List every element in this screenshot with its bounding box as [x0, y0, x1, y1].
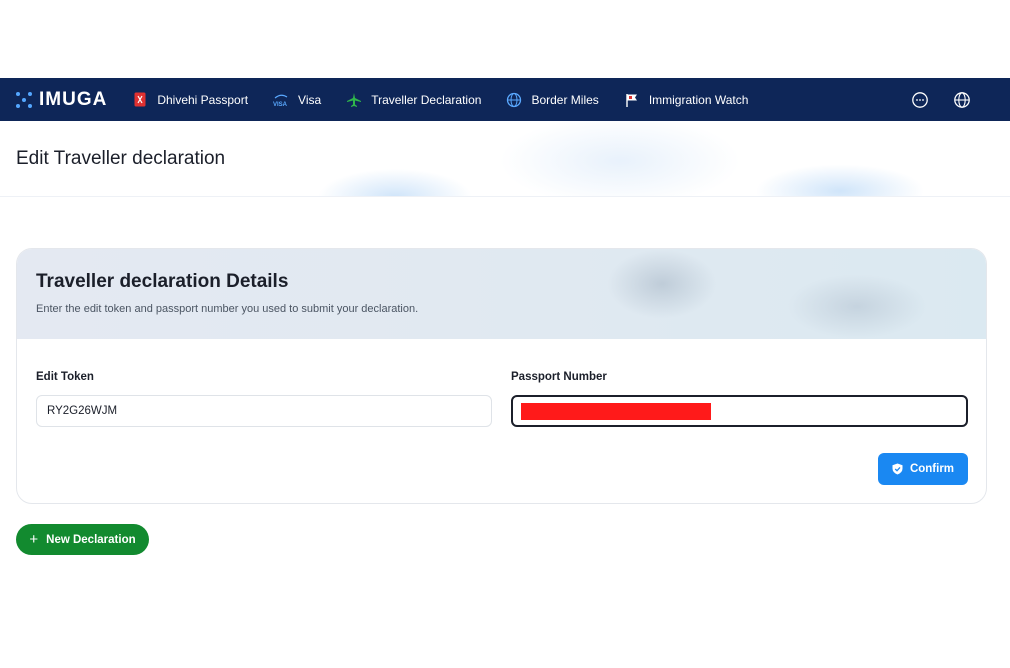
flag-icon — [623, 91, 641, 109]
nav-item-label: Traveller Declaration — [371, 92, 482, 107]
new-declaration-button[interactable]: + New Declaration — [16, 524, 149, 555]
edit-token-input[interactable]: RY2G26WJM — [36, 395, 492, 427]
confirm-label: Confirm — [909, 463, 955, 475]
page-title: Edit Traveller declaration — [16, 148, 226, 169]
navbar-right-actions — [888, 90, 972, 110]
edit-token-label: Edit Token — [36, 371, 94, 383]
nav-item-visa[interactable]: VISA Visa — [272, 91, 321, 109]
nav-item-label: Dhivehi Passport — [157, 92, 249, 107]
shield-check-icon — [892, 463, 903, 475]
passport-number-input[interactable] — [511, 395, 968, 427]
nav-item-traveller-declaration[interactable]: Traveller Declaration — [345, 91, 481, 109]
card-header: Traveller declaration Details Enter the … — [17, 249, 986, 339]
top-navbar: IMUGA Dhivehi Passport VISA Visa Travell… — [0, 78, 1010, 121]
redacted-passport-value — [521, 402, 711, 420]
nav-item-immigration-watch[interactable]: Immigration Watch — [623, 91, 749, 109]
card-title: Traveller declaration Details — [36, 271, 289, 292]
globe-icon — [505, 91, 523, 109]
visa-icon: VISA — [272, 91, 290, 109]
card-subtitle: Enter the edit token and passport number… — [36, 303, 419, 315]
confirm-button[interactable]: Confirm — [878, 453, 968, 485]
top-whitespace — [0, 0, 1010, 78]
nav-item-border-miles[interactable]: Border Miles — [505, 91, 599, 109]
chat-icon[interactable] — [910, 90, 930, 110]
brand-name: IMUGA — [39, 88, 108, 110]
nav-item-label: Immigration Watch — [648, 92, 749, 107]
header-decoration — [787, 274, 927, 339]
declaration-details-card: Traveller declaration Details Enter the … — [16, 248, 987, 504]
plus-icon: + — [29, 531, 39, 548]
brand-logo[interactable]: IMUGA — [16, 89, 107, 111]
logo-dots-icon — [16, 91, 32, 108]
nav-item-dhivehi-passport[interactable]: Dhivehi Passport — [131, 91, 248, 109]
passport-icon — [131, 91, 149, 109]
nav-item-label: Border Miles — [531, 92, 599, 107]
airplane-icon — [345, 91, 363, 109]
svg-text:VISA: VISA — [273, 102, 288, 107]
new-declaration-label: New Declaration — [46, 533, 136, 546]
nav-item-label: Visa — [298, 92, 322, 107]
language-globe-icon[interactable] — [952, 90, 972, 110]
edit-token-value: RY2G26WJM — [47, 405, 118, 417]
page-header: Edit Traveller declaration — [0, 121, 1010, 197]
passport-number-label: Passport Number — [511, 371, 607, 383]
header-decoration — [607, 249, 717, 319]
